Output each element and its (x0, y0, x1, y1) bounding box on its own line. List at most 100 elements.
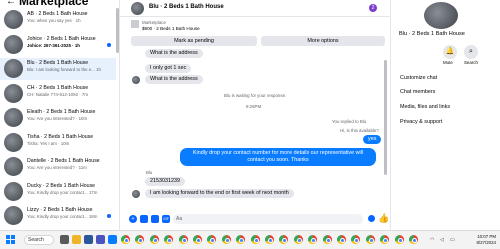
conversation-item[interactable]: Lizzy · 2 Beds 1 Bath House You: Kindly d… (0, 205, 116, 227)
store-icon[interactable] (84, 235, 93, 244)
search-label: Search (464, 60, 478, 65)
conversation-item[interactable]: Blu · 2 Beds 1 Bath House Blu: I am looki… (0, 58, 116, 80)
wifi-icon[interactable]: ◠ (430, 237, 434, 243)
conversation-preview: You: when you say yes · 1h (27, 18, 81, 23)
conversation-item[interactable]: CH · 2 Beds 1 Bath House CH: Natalie 774-… (0, 83, 116, 105)
privacy-support-link[interactable]: Privacy & support (400, 119, 442, 125)
conversation-item[interactable]: AB · 2 Beds 1 Bath House You: when you sa… (0, 9, 116, 31)
messenger-window: ← Marketplace AB · 2 Beds 1 Bath House Yo… (0, 0, 500, 230)
back-arrow-icon[interactable]: ← (6, 0, 16, 7)
edge-icon[interactable] (108, 235, 117, 244)
conversation-preview: You: Are you interested? · 11m (27, 165, 87, 170)
chrome-icon[interactable] (365, 235, 375, 244)
listing-thumbnail[interactable] (131, 20, 139, 28)
chrome-icon[interactable] (409, 235, 418, 244)
conversation-thumbnail (4, 157, 23, 176)
conversation-name: AB · 2 Beds 1 Bath House (27, 11, 88, 17)
chrome-icon[interactable] (351, 235, 361, 244)
speaker-icon[interactable]: ◁ (440, 237, 444, 243)
reply-notice: You replied to Blu (332, 119, 367, 124)
conversation-thumbnail (4, 132, 23, 152)
conversation-item[interactable]: Johice · 2 Beds 1 Bath House Johice: 267-… (0, 34, 116, 56)
conversation-item[interactable]: Tisha · 2 Beds 1 Bath House Tisha: Yes I … (0, 132, 116, 154)
chrome-icon[interactable] (121, 235, 130, 244)
chrome-icon[interactable] (322, 235, 332, 244)
chrome-icon[interactable] (193, 235, 202, 244)
conversation-thumbnail (4, 10, 23, 29)
sent-message: Kindly drop your contact number for more… (180, 148, 376, 166)
list-scrollbar[interactable] (116, 8, 119, 53)
listing-label: Marketplace (142, 20, 166, 25)
chrome-icon[interactable] (164, 235, 174, 244)
sticker-icon[interactable] (151, 215, 159, 223)
chrome-icon[interactable] (207, 235, 217, 244)
conversation-preview: Blu: I am looking forward to the e... 1h (27, 67, 101, 72)
chrome-icon[interactable] (293, 235, 303, 244)
conversation-item[interactable]: Eleath · 2 Beds 1 Bath House You: Are you… (0, 107, 116, 129)
plus-icon[interactable]: + (129, 215, 137, 223)
info-panel: Blu · 2 Beds 1 Bath House 🔔 Mute ⌕ Searc… (390, 0, 500, 230)
chat-pane: Blu · 2 Beds 1 Bath House 2 Marketplace … (120, 0, 390, 230)
conversation-item[interactable]: Dantelle · 2 Beds 1 Bath House You: Are y… (0, 156, 116, 178)
taskbar-search[interactable]: Search (24, 235, 54, 245)
like-icon[interactable]: 👍 (378, 213, 389, 224)
folder-icon[interactable] (72, 235, 81, 244)
timestamp: 9:26PM (246, 104, 262, 109)
conversation-thumbnail (4, 108, 23, 127)
chrome-icon[interactable] (308, 235, 318, 244)
chat-members-link[interactable]: Chat members (400, 89, 435, 95)
media-files-link[interactable]: Media, files and links (400, 104, 450, 110)
notification-badge[interactable]: 2 (369, 4, 377, 12)
gif-icon[interactable]: GIF (162, 215, 170, 223)
conversation-name: Johice · 2 Beds 1 Bath House (27, 35, 96, 42)
chrome-icon[interactable] (135, 235, 145, 244)
emoji-icon[interactable] (368, 215, 375, 222)
customize-chat-link[interactable]: Customize chat (400, 75, 437, 81)
listing-price[interactable]: $900 · 2 Beds 1 Bath House (142, 26, 200, 31)
conversation-preview: You: Kindly drop your contact... 17m (27, 189, 98, 195)
image-icon[interactable] (140, 215, 148, 223)
message-thread: What is the address I only got 1 sec Wha… (120, 48, 390, 210)
chrome-icon[interactable] (250, 235, 260, 244)
sent-message: yes (363, 135, 382, 144)
chat-header: Blu · 2 Beds 1 Bath House 2 (120, 0, 390, 17)
conversation-name: Lizzy · 2 Beds 1 Bath House (27, 207, 93, 213)
waiting-notice: Blu is waiting for your response. (224, 93, 287, 98)
chat-avatar[interactable] (131, 2, 144, 15)
sender-name: Blu (146, 170, 153, 175)
battery-icon[interactable]: ▭ (450, 237, 455, 243)
clock[interactable]: 10:07 PM 8/27/2024 (476, 234, 496, 246)
message-input[interactable]: Aa (173, 214, 363, 224)
message-bubble: What is the address (145, 75, 203, 84)
conversation-thumbnail (4, 83, 23, 103)
mark-pending-button[interactable]: Mark as pending (131, 36, 257, 46)
conversation-preview: Johice: 267-361-2025 · 1h (27, 42, 80, 48)
chrome-icon[interactable] (337, 235, 346, 244)
chrome-icon[interactable] (178, 235, 188, 244)
unread-dot (107, 214, 111, 218)
teams-icon[interactable] (96, 235, 105, 244)
chrome-icon[interactable] (221, 235, 231, 244)
conversation-item[interactable]: Ducky · 2 Beds 1 Bath House You: Kindly d… (0, 181, 116, 203)
windows-start-icon[interactable] (6, 235, 16, 245)
search-icon[interactable]: ⌕ (464, 45, 478, 59)
chrome-icon[interactable] (265, 235, 274, 244)
chrome-icon[interactable] (279, 235, 289, 244)
file-explorer-icon[interactable] (60, 235, 69, 244)
message-bubble: What is the address (145, 49, 203, 58)
chrome-icon[interactable] (236, 235, 246, 244)
more-options-button[interactable]: More options (261, 36, 385, 46)
bell-icon[interactable]: 🔔 (443, 45, 457, 59)
chrome-icon[interactable] (149, 235, 159, 244)
chrome-icon[interactable] (380, 235, 390, 244)
chat-title[interactable]: Blu · 2 Beds 1 Bath House (149, 4, 224, 10)
profile-image[interactable] (424, 2, 458, 29)
conversation-name: Dantelle · 2 Beds 1 Bath House (27, 158, 100, 164)
chrome-icon[interactable] (394, 235, 404, 244)
conversation-name: Eleath · 2 Beds 1 Bath House (27, 109, 96, 115)
conversation-name: Tisha · 2 Beds 1 Bath House (27, 133, 94, 140)
message-bubble: I am looking forward to the end or first… (145, 189, 294, 198)
thread-scrollbar[interactable] (384, 60, 387, 175)
sender-avatar (132, 190, 140, 198)
sender-avatar (132, 76, 140, 84)
